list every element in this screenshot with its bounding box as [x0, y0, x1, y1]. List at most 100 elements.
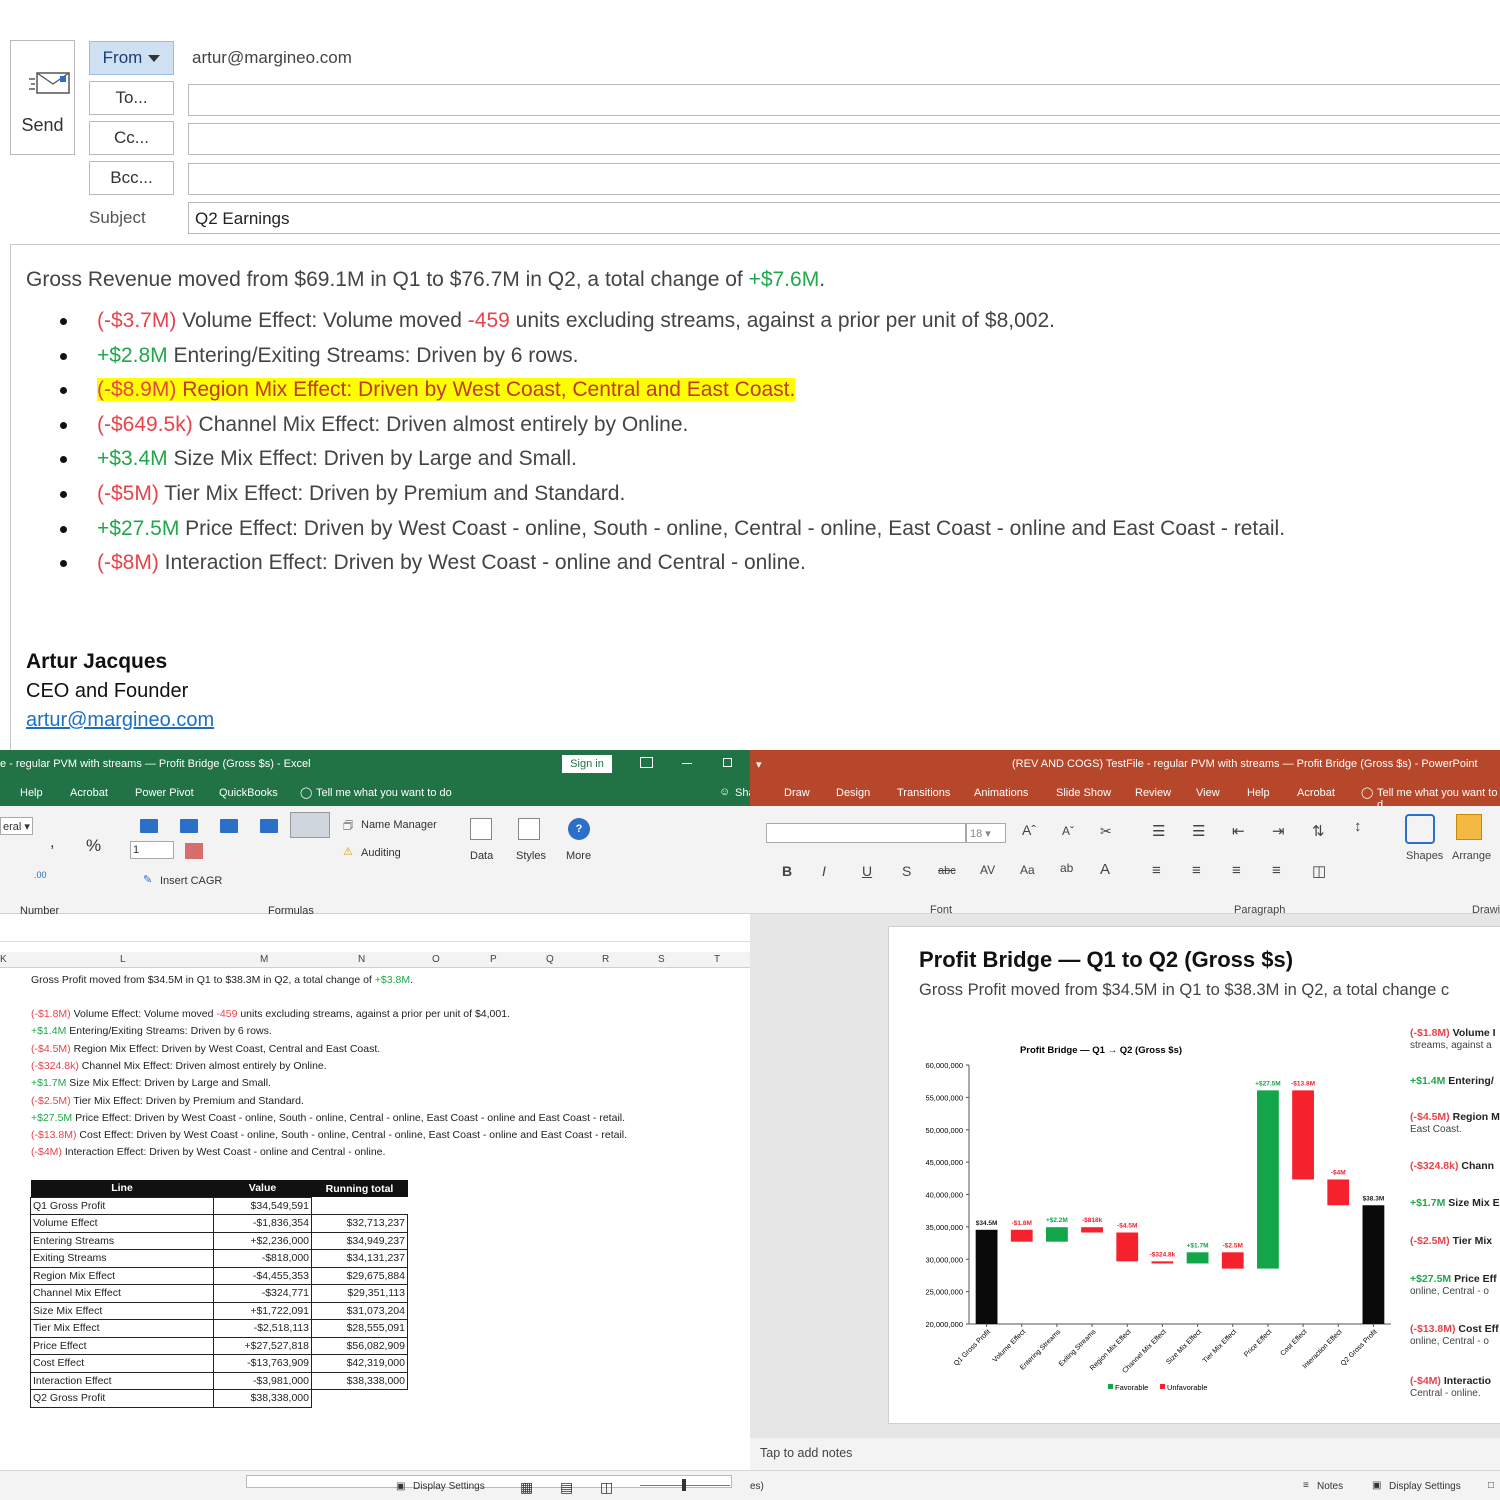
- from-button[interactable]: From: [89, 41, 174, 75]
- cell-value[interactable]: -$3,981,000: [213, 1371, 312, 1390]
- cell-line[interactable]: Cost Effect: [30, 1354, 214, 1373]
- cell-running-total[interactable]: $34,949,237: [311, 1231, 408, 1250]
- tab-design[interactable]: Design: [836, 787, 870, 799]
- percent-icon[interactable]: %: [86, 836, 101, 856]
- notes-icon[interactable]: ≡: [1303, 1480, 1309, 1491]
- shapes-icon[interactable]: [1405, 814, 1435, 844]
- cell-line[interactable]: Entering Streams: [30, 1231, 214, 1250]
- decrease-font-icon[interactable]: Aˇ: [1062, 824, 1074, 838]
- tab-view[interactable]: View: [1196, 787, 1220, 799]
- cell-running-total[interactable]: $29,675,884: [311, 1266, 408, 1285]
- cell-running-total[interactable]: $34,131,237: [311, 1249, 408, 1268]
- cell-running-total[interactable]: $28,555,091: [311, 1319, 408, 1338]
- column-header[interactable]: T: [714, 954, 720, 965]
- display-settings-icon[interactable]: ▣: [396, 1481, 405, 1492]
- tab-quickbooks[interactable]: QuickBooks: [219, 787, 278, 799]
- formula-tool-icon-1[interactable]: [140, 819, 158, 833]
- increase-font-icon[interactable]: Aˆ: [1022, 822, 1036, 838]
- cell-value[interactable]: -$1,836,354: [213, 1214, 312, 1233]
- bcc-field[interactable]: [188, 163, 1500, 195]
- auditing-icon[interactable]: ⚠: [343, 845, 353, 858]
- send-button[interactable]: Send: [10, 40, 75, 155]
- cell-line[interactable]: Q1 Gross Profit: [30, 1196, 214, 1215]
- normal-view-icon[interactable]: ▦: [520, 1479, 533, 1496]
- cell-value[interactable]: +$27,527,818: [213, 1336, 312, 1355]
- page-layout-icon[interactable]: ▤: [560, 1479, 573, 1496]
- highlight-icon[interactable]: ab: [1060, 861, 1073, 875]
- change-case-icon[interactable]: Aa: [1020, 863, 1035, 877]
- to-field[interactable]: [188, 84, 1500, 116]
- cell-value[interactable]: -$2,518,113: [213, 1319, 312, 1338]
- formula-bar[interactable]: [0, 920, 750, 942]
- qat-customize-icon[interactable]: ▾: [756, 758, 762, 771]
- cell-value[interactable]: -$818,000: [213, 1249, 312, 1268]
- line-spacing-icon[interactable]: ⇅: [1312, 822, 1325, 840]
- font-name-dropdown[interactable]: [766, 823, 966, 843]
- decrease-decimal-icon[interactable]: .00: [34, 870, 47, 880]
- cell-line[interactable]: Region Mix Effect: [30, 1266, 214, 1285]
- cell-line[interactable]: Interaction Effect: [30, 1371, 214, 1390]
- data-icon[interactable]: [470, 818, 492, 840]
- font-color-icon[interactable]: A: [1100, 861, 1110, 878]
- cell-line[interactable]: Q2 Gross Profit: [30, 1389, 214, 1408]
- cell-line[interactable]: Tier Mix Effect: [30, 1319, 214, 1338]
- signature-email-link[interactable]: artur@margineo.com: [26, 709, 214, 732]
- cell-value[interactable]: -$324,771: [213, 1284, 312, 1303]
- horizontal-scrollbar[interactable]: [246, 1475, 732, 1488]
- cell-running-total[interactable]: $42,319,000: [311, 1354, 408, 1373]
- cell-running-total[interactable]: $56,082,909: [311, 1336, 408, 1355]
- columns-icon[interactable]: ◫: [1312, 862, 1326, 880]
- cell-running-total[interactable]: [312, 1390, 408, 1408]
- justify-icon[interactable]: ≡: [1272, 862, 1281, 879]
- shapes-button[interactable]: Shapes: [1406, 850, 1443, 862]
- name-manager-button[interactable]: Name Manager: [361, 819, 437, 831]
- styles-button[interactable]: Styles: [516, 850, 546, 862]
- cell-line[interactable]: Volume Effect: [30, 1214, 214, 1233]
- conditional-format-icon[interactable]: [185, 843, 203, 859]
- tab-draw[interactable]: Draw: [784, 787, 810, 799]
- to-button[interactable]: To...: [89, 81, 174, 115]
- arrange-icon[interactable]: [1456, 814, 1482, 840]
- column-header[interactable]: Q: [546, 954, 554, 965]
- align-center-icon[interactable]: ≡: [1192, 862, 1201, 879]
- cell-value[interactable]: -$4,455,353: [213, 1266, 312, 1285]
- notes-pane[interactable]: Tap to add notes: [750, 1438, 1500, 1470]
- cagr-icon[interactable]: ✎: [143, 873, 152, 886]
- column-header[interactable]: M: [260, 954, 268, 965]
- share-icon[interactable]: ☺: [719, 786, 730, 798]
- display-settings-icon[interactable]: ▣: [1372, 1480, 1381, 1491]
- align-left-icon[interactable]: ≡: [1152, 862, 1161, 879]
- cell-value[interactable]: +$1,722,091: [213, 1301, 312, 1320]
- clear-format-icon[interactable]: ✂: [1100, 823, 1112, 840]
- formula-tool-icon-4[interactable]: [260, 819, 278, 833]
- bold-icon[interactable]: B: [782, 863, 792, 879]
- sign-in-button[interactable]: Sign in: [562, 755, 612, 773]
- restore-icon[interactable]: [723, 758, 732, 767]
- char-spacing-icon[interactable]: AV: [980, 863, 995, 877]
- page-break-icon[interactable]: ◫: [600, 1479, 613, 1496]
- tab-animations[interactable]: Animations: [974, 787, 1028, 799]
- tab-acrobat[interactable]: Acrobat: [70, 787, 108, 799]
- tell-me-box[interactable]: Tell me what you want to do: [316, 787, 452, 799]
- column-header[interactable]: K: [0, 954, 7, 965]
- number-format-dropdown[interactable]: eral ▾: [0, 817, 33, 835]
- comments-icon[interactable]: □: [1488, 1480, 1494, 1491]
- cell-line[interactable]: Channel Mix Effect: [30, 1284, 214, 1303]
- tab-power-pivot[interactable]: Power Pivot: [135, 787, 194, 799]
- notes-button[interactable]: Notes: [1317, 1481, 1343, 1492]
- cc-button[interactable]: Cc...: [89, 121, 174, 155]
- auditing-button[interactable]: Auditing: [361, 847, 401, 859]
- data-button[interactable]: Data: [470, 850, 493, 862]
- column-header[interactable]: S: [658, 954, 665, 965]
- column-header[interactable]: O: [432, 954, 440, 965]
- cell-value[interactable]: $38,338,000: [213, 1389, 312, 1408]
- formula-tool-icon-2[interactable]: [180, 819, 198, 833]
- column-header[interactable]: N: [358, 954, 365, 965]
- shadow-icon[interactable]: S: [902, 863, 911, 879]
- cell-line[interactable]: Size Mix Effect: [30, 1301, 214, 1320]
- font-size-dropdown[interactable]: 18 ▾: [966, 823, 1006, 843]
- styles-icon[interactable]: [518, 818, 540, 840]
- formula-tool-selected[interactable]: [290, 812, 330, 838]
- decrease-indent-icon[interactable]: ⇤: [1232, 822, 1245, 840]
- more-button[interactable]: More: [566, 850, 591, 862]
